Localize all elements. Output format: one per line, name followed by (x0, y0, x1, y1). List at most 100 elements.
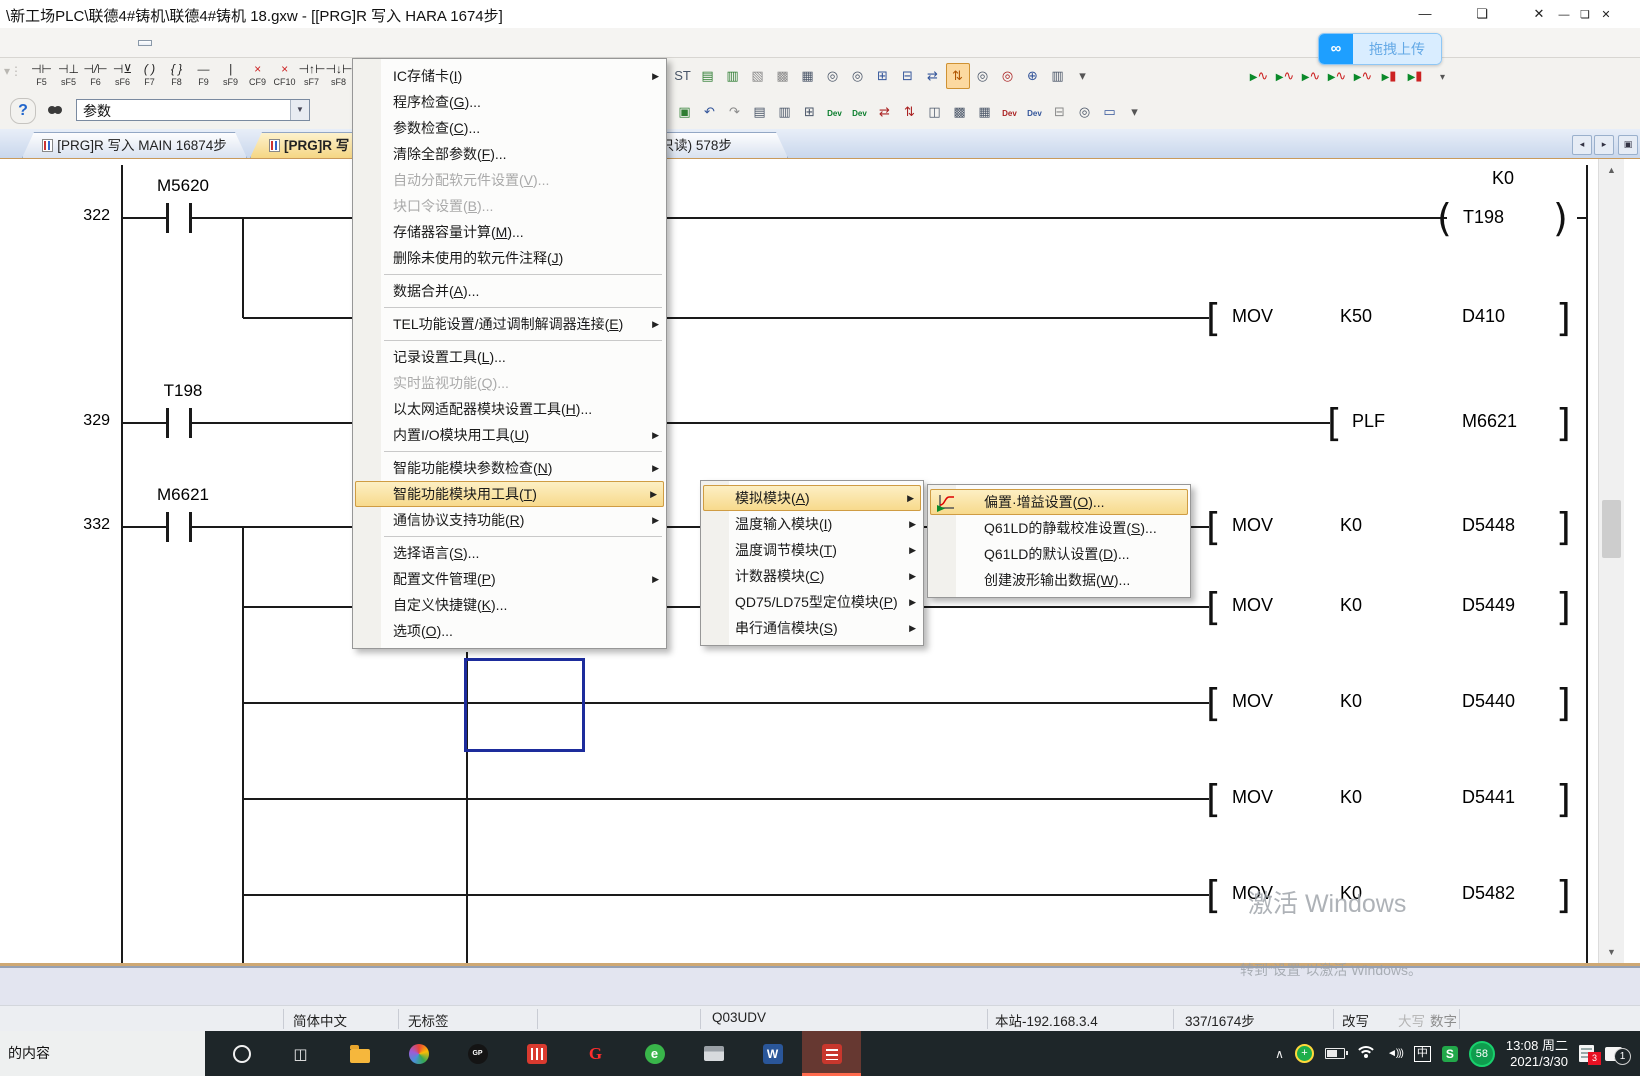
operand[interactable]: D410 (1462, 306, 1505, 327)
ladder-symbol-button[interactable]: ⊣/⊢ F6 (83, 60, 109, 92)
device-display-icon[interactable]: ⊞ (798, 99, 822, 125)
monitor-icon[interactable]: ◎ (971, 63, 995, 89)
taskbar-clock[interactable]: 13:08 周二 2021/3/30 (1506, 1038, 1568, 1070)
action-center-icon[interactable]: 1 (1605, 1047, 1622, 1061)
instruction[interactable]: MOV (1232, 691, 1273, 712)
instruction[interactable]: MOV (1232, 306, 1273, 327)
menu-item[interactable]: 智能功能模块用工具(T) ▶ (355, 481, 664, 507)
operand[interactable]: D5449 (1462, 595, 1515, 616)
find-icon[interactable] (42, 98, 68, 122)
menu-item[interactable]: 存储器容量计算(M)... ▶ (353, 219, 666, 245)
menu-item[interactable]: 内置I/O模块用工具(U) ▶ (353, 422, 666, 448)
sampling-trace-icon[interactable]: ▶∿ (1246, 63, 1272, 89)
child-close-button[interactable]: ✕ (1597, 7, 1615, 23)
cross-reference-icon[interactable]: ▩ (948, 99, 972, 125)
sogou-ime-icon[interactable]: S (1442, 1046, 1458, 1062)
contact-symbol[interactable] (189, 512, 192, 542)
operand[interactable]: D5440 (1462, 691, 1515, 712)
help-icon[interactable]: ? (10, 98, 36, 124)
menu-item[interactable]: 清除全部参数(F)... ▶ (353, 141, 666, 167)
scrollbar-thumb[interactable] (1602, 500, 1621, 558)
word-icon[interactable]: W (743, 1031, 802, 1076)
green-e-browser-icon[interactable]: e (625, 1031, 684, 1076)
st-editor-icon[interactable]: ST (671, 63, 695, 89)
restore-button[interactable]: ❏ (1465, 3, 1499, 25)
browser-icon[interactable] (389, 1031, 448, 1076)
contact-symbol[interactable] (166, 512, 169, 542)
instruction[interactable]: MOV (1232, 595, 1273, 616)
child-restore-button[interactable]: ❏ (1576, 7, 1594, 23)
contact-symbol[interactable] (166, 408, 169, 438)
screen-display-icon[interactable]: ▭ (1098, 99, 1122, 125)
paste-icon[interactable]: ▣ (673, 99, 697, 125)
menu-item[interactable]: 配置文件管理(P) ▶ (353, 566, 666, 592)
device-use-icon[interactable]: Dev (1023, 99, 1047, 125)
ladder-symbol-button[interactable]: × CF10 (272, 60, 298, 92)
operand[interactable]: D5482 (1462, 883, 1515, 904)
trace-start-icon[interactable]: ▶∿ (1298, 63, 1324, 89)
menu-bar-item[interactable] (86, 40, 100, 46)
menu-item[interactable]: 温度调节模块(T) ▶ (701, 537, 923, 563)
operand[interactable]: M6621 (1462, 411, 1517, 432)
menu-item[interactable]: 实时监视功能(Q)... ▶ (353, 370, 666, 396)
ladder-symbol-button[interactable]: ⊣↓⊢ sF8 (326, 60, 352, 92)
ime-language-indicator[interactable]: 中 (1414, 1046, 1431, 1062)
toolbar-overflow-icon[interactable]: ▾ (1071, 63, 1095, 89)
find-contact-icon[interactable]: ◎ (1073, 99, 1097, 125)
operand[interactable]: D5441 (1462, 787, 1515, 808)
scroll-down-icon[interactable]: ▼ (1599, 941, 1624, 963)
menu-item[interactable]: 数据合并(A)... ▶ (353, 278, 666, 304)
menu-item[interactable]: 程序检查(G)... ▶ (353, 89, 666, 115)
instruction[interactable]: MOV (1232, 787, 1273, 808)
search-device-icon[interactable]: ◎ (821, 63, 845, 89)
menu-item[interactable]: 温度输入模块(I) ▶ (701, 511, 923, 537)
trace-setting-icon[interactable]: ▶∿ (1272, 63, 1298, 89)
operand[interactable]: K0 (1340, 691, 1362, 712)
menu-item[interactable]: TEL功能设置/通过调制解调器连接(E) ▶ (353, 311, 666, 337)
comment-display-icon[interactable]: ▥ (773, 99, 797, 125)
ladder-symbol-button[interactable]: ⊣⊢ F5 (29, 60, 55, 92)
monitor-write-icon[interactable]: ◎ (996, 63, 1020, 89)
menu-item[interactable]: 记录设置工具(L)... ▶ (353, 344, 666, 370)
menu-item[interactable]: 串行通信模块(S) ▶ (701, 615, 923, 641)
gx-works-icon[interactable] (802, 1031, 861, 1076)
device-test-icon[interactable]: ▥ (1046, 63, 1070, 89)
chevron-down-icon[interactable]: ▼ (290, 100, 309, 120)
watch-window-icon[interactable]: ◫ (923, 99, 947, 125)
operand[interactable]: D5448 (1462, 515, 1515, 536)
program-list-icon[interactable]: ▦ (796, 63, 820, 89)
ladder-symbol-button[interactable]: ( ) F7 (137, 60, 163, 92)
menu-bar-item[interactable] (164, 40, 178, 46)
device-monitor-icon[interactable]: Dev (823, 99, 847, 125)
menu-item[interactable]: 自动分配软元件设置(V)... ▶ (353, 167, 666, 193)
operand[interactable]: K0 (1340, 515, 1362, 536)
menu-item[interactable]: QD75/LD75型定位模块(P) ▶ (701, 589, 923, 615)
battery-icon[interactable] (1325, 1048, 1345, 1059)
tab-main-program[interactable]: [PRG]R 写入 MAIN 16874步 (22, 132, 247, 158)
operand[interactable]: K50 (1340, 306, 1372, 327)
volume-icon[interactable]: ◄))) (1387, 1048, 1403, 1059)
taskbar-search-box[interactable]: 的内容 (0, 1031, 205, 1076)
device-ref-icon[interactable]: Dev (998, 99, 1022, 125)
menu-item[interactable]: 自定义快捷键(K)... ▶ (353, 592, 666, 618)
menu-item[interactable]: IC存储卡(I) ▶ (353, 63, 666, 89)
ladder-cursor[interactable] (464, 658, 585, 752)
documents-tray-icon[interactable]: 3 (1579, 1045, 1594, 1062)
ladder-symbol-button[interactable]: ⊣⊻ sF6 (110, 60, 136, 92)
close-button[interactable]: ✕ (1522, 3, 1556, 25)
child-minimize-button[interactable]: — (1555, 7, 1573, 23)
g-app-icon[interactable]: G (566, 1031, 625, 1076)
trace-monitor-icon[interactable]: ▶∿ (1350, 63, 1376, 89)
contact-symbol[interactable] (166, 203, 169, 233)
instruction[interactable]: MOV (1232, 515, 1273, 536)
red-dict-app-icon[interactable] (507, 1031, 566, 1076)
search-instruction-icon[interactable]: ◎ (846, 63, 870, 89)
menu-bar-item[interactable] (138, 40, 152, 46)
collapse-icon[interactable]: ⊟ (1048, 99, 1072, 125)
menu-bar-item[interactable] (190, 40, 204, 46)
battery-percent-badge[interactable]: 58 (1469, 1041, 1495, 1067)
ladder-symbol-button[interactable]: | sF9 (218, 60, 244, 92)
menu-bar-item[interactable] (112, 40, 126, 46)
edit-device-comment-icon[interactable]: ▤ (696, 63, 720, 89)
drag-upload-widget[interactable]: ∞ 拖拽上传 (1318, 33, 1442, 65)
